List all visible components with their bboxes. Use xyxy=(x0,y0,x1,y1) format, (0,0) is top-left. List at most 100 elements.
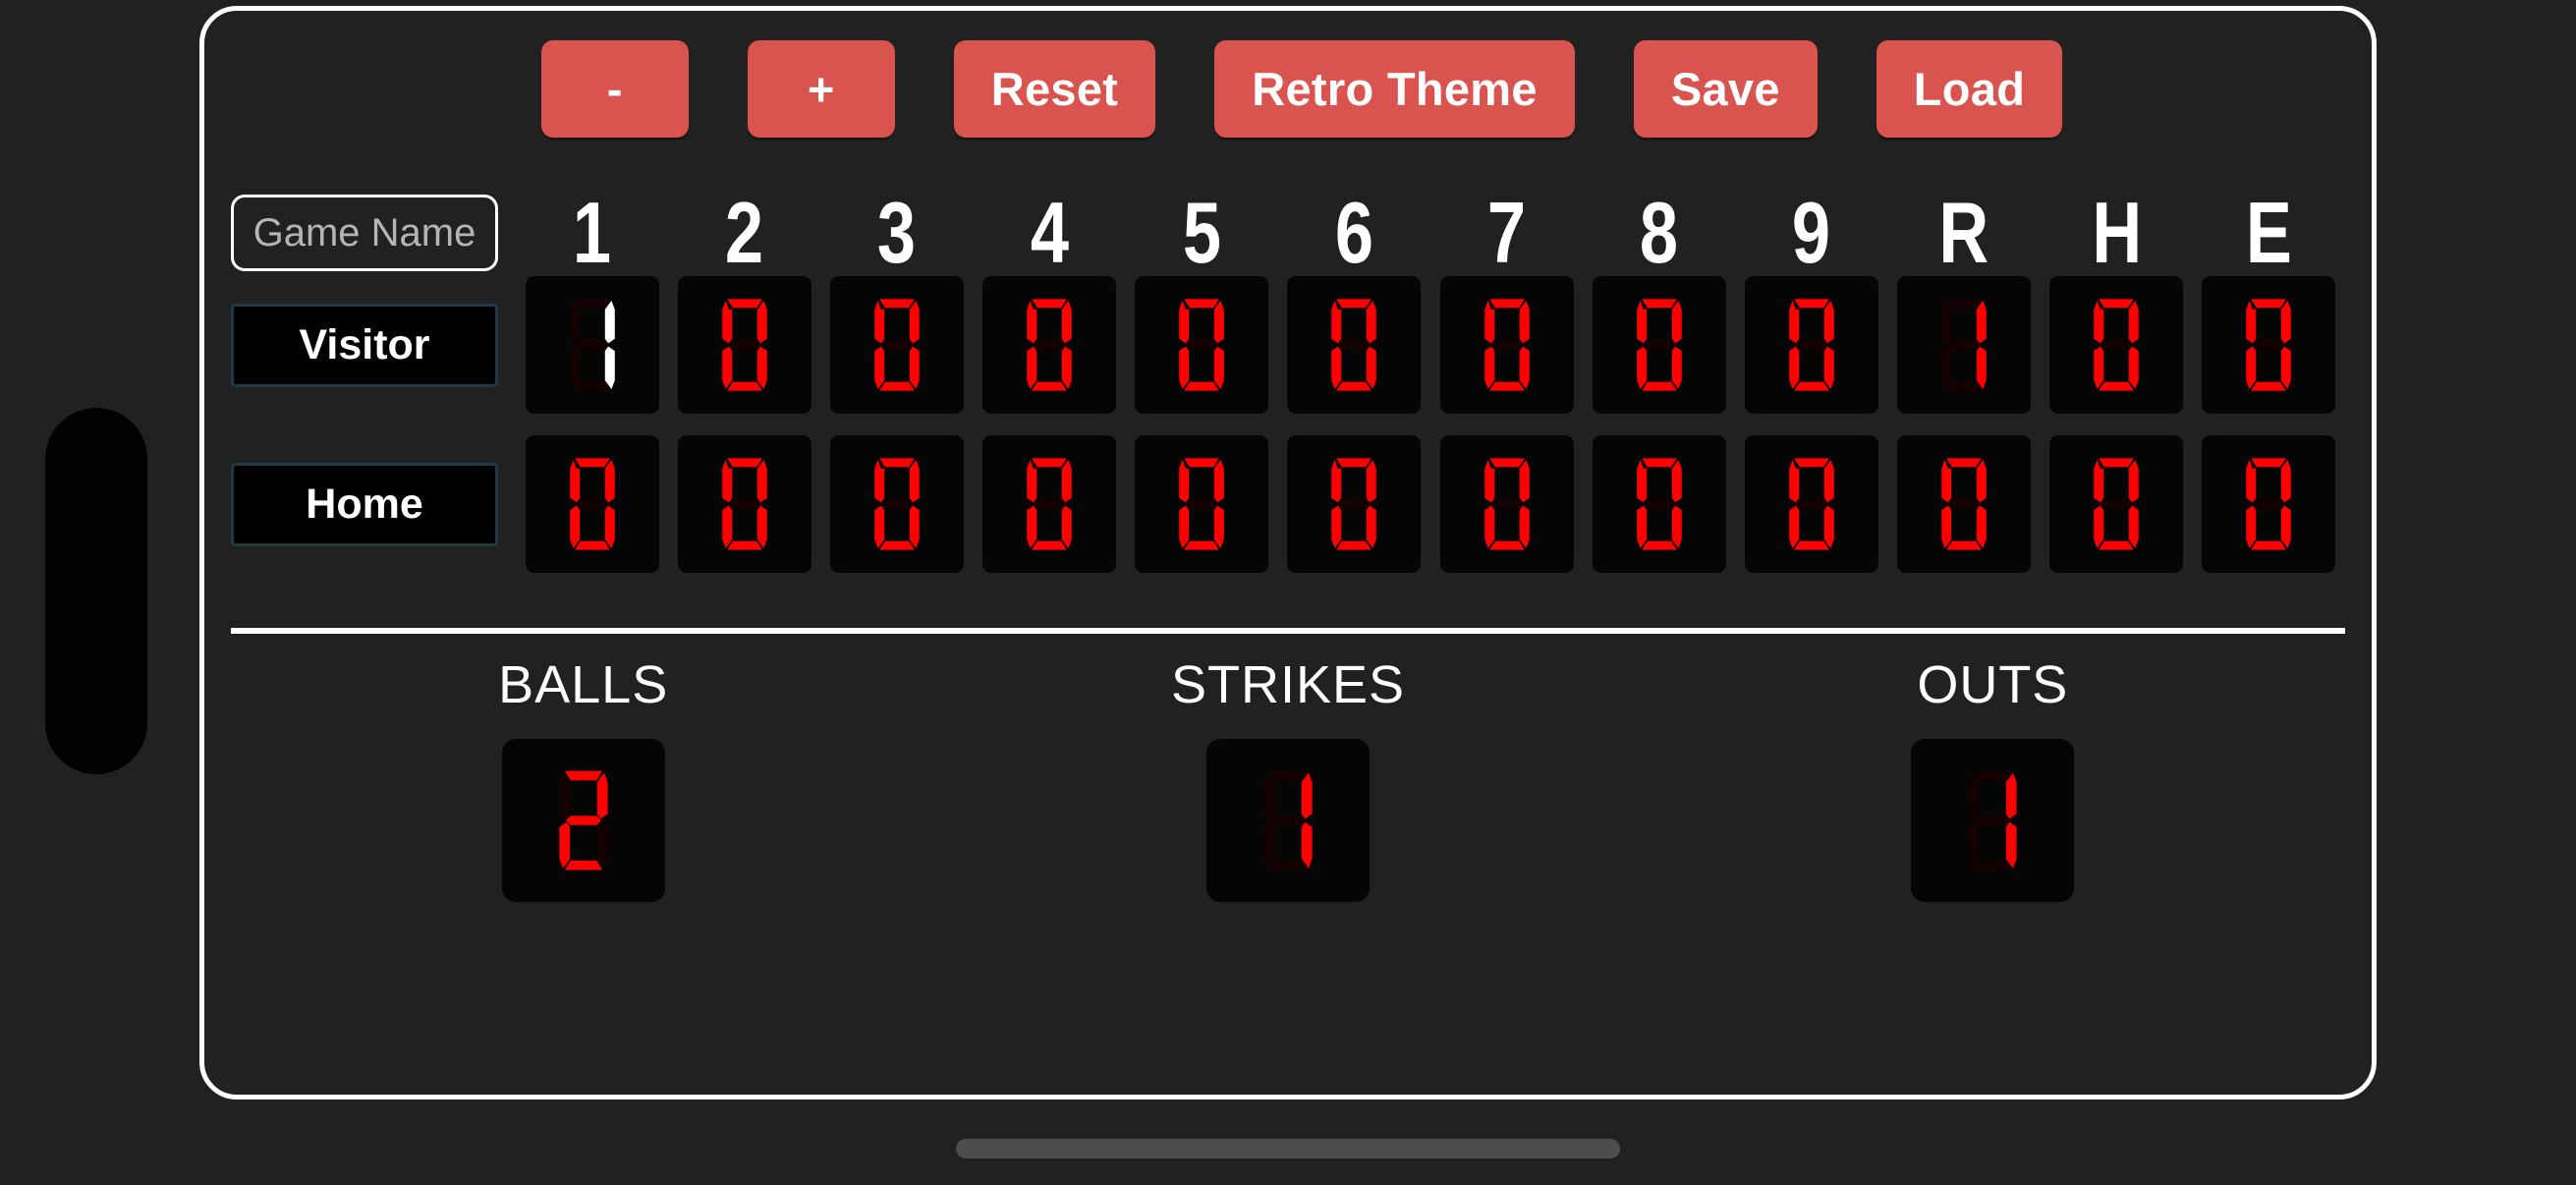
score-cell xyxy=(1430,435,1583,573)
score-cell xyxy=(1126,435,1278,573)
scoreboard-header-row: 123456789RHE xyxy=(231,190,2345,276)
column-header-label: E xyxy=(2245,184,2292,281)
led-display-home-6[interactable] xyxy=(1287,435,1422,573)
column-header-cell: 1 xyxy=(516,190,668,276)
led-display-visitor-1[interactable] xyxy=(525,276,659,414)
app-root: -+ Reset Retro Theme Save Load 123456789RHE … xyxy=(0,0,2576,1185)
edge-drawer-handle[interactable] xyxy=(45,408,147,774)
score-cell xyxy=(1888,435,2041,573)
column-header-label: 8 xyxy=(1640,184,1679,281)
section-divider xyxy=(231,628,2345,634)
column-header-label: 6 xyxy=(1334,184,1374,281)
scoreboard-row-home: Home xyxy=(231,435,2345,573)
column-header-cell: 6 xyxy=(1278,190,1430,276)
column-header-label: 7 xyxy=(1487,184,1527,281)
column-header-cell: 5 xyxy=(1126,190,1278,276)
led-display-home-2[interactable] xyxy=(677,435,812,573)
count-display-outs[interactable] xyxy=(1911,739,2075,902)
score-cell xyxy=(2041,435,2193,573)
led-display-home-7[interactable] xyxy=(1439,435,1574,573)
score-cell xyxy=(1735,276,1887,414)
count-label-balls: BALLS xyxy=(498,655,669,714)
led-display-visitor-H[interactable] xyxy=(2049,276,2184,414)
count-label-strikes: STRIKES xyxy=(1170,655,1406,714)
retro-theme-button[interactable]: Retro Theme xyxy=(1214,40,1575,138)
led-display-visitor-4[interactable] xyxy=(982,276,1117,414)
score-cell xyxy=(2193,276,2345,414)
score-cell xyxy=(1278,276,1430,414)
led-display-home-8[interactable] xyxy=(1592,435,1726,573)
column-header-cell: 8 xyxy=(1583,190,1735,276)
score-cell xyxy=(1278,435,1430,573)
scoreboard-row-visitor: Visitor xyxy=(231,276,2345,414)
column-header-cell: 7 xyxy=(1430,190,1583,276)
column-header-label: 9 xyxy=(1792,184,1831,281)
led-display-home-H[interactable] xyxy=(2049,435,2184,573)
game-name-input[interactable] xyxy=(231,195,498,271)
led-display-visitor-R[interactable] xyxy=(1897,276,2032,414)
score-cells xyxy=(516,435,2345,573)
led-display-home-3[interactable] xyxy=(829,435,964,573)
score-cell xyxy=(516,435,668,573)
load-button[interactable]: Load xyxy=(1876,40,2063,138)
led-display-home-E[interactable] xyxy=(2202,435,2336,573)
led-display-home-R[interactable] xyxy=(1897,435,2032,573)
increment-button[interactable]: + xyxy=(747,40,895,138)
column-header-cell: 3 xyxy=(820,190,973,276)
score-cell xyxy=(1888,276,2041,414)
led-display-visitor-3[interactable] xyxy=(829,276,964,414)
column-header-cell: 4 xyxy=(974,190,1126,276)
team-rows: Visitor Home xyxy=(231,276,2345,573)
column-header-label: 1 xyxy=(573,184,612,281)
led-display-visitor-9[interactable] xyxy=(1744,276,1878,414)
column-headers: 123456789RHE xyxy=(516,190,2345,276)
team-name-cell: Home xyxy=(231,462,498,546)
score-cell xyxy=(820,276,973,414)
save-button[interactable]: Save xyxy=(1633,40,1818,138)
toolbar: - + Reset Retro Theme Save Load xyxy=(204,40,2372,138)
column-header-label: 4 xyxy=(1030,184,1069,281)
team-name-cell: Visitor xyxy=(231,303,498,387)
led-display-home-4[interactable] xyxy=(982,435,1117,573)
count-display-balls[interactable] xyxy=(501,739,665,902)
column-header-label: H xyxy=(2091,184,2142,281)
game-name-cell xyxy=(231,195,498,271)
score-cells xyxy=(516,276,2345,414)
score-cell xyxy=(2041,276,2193,414)
column-header-cell: 2 xyxy=(668,190,820,276)
led-display-home-1[interactable] xyxy=(525,435,659,573)
score-cell xyxy=(1126,276,1278,414)
led-display-visitor-8[interactable] xyxy=(1592,276,1726,414)
count-column-strikes: STRIKES xyxy=(935,654,1640,902)
score-cell xyxy=(1735,435,1887,573)
count-label-outs: OUTS xyxy=(1917,655,2069,714)
reset-button[interactable]: Reset xyxy=(953,40,1156,138)
column-header-cell: H xyxy=(2041,190,2193,276)
led-display-visitor-7[interactable] xyxy=(1439,276,1574,414)
decrement-button[interactable]: - xyxy=(540,40,689,138)
count-section: BALLS STRIKES OUTS xyxy=(231,654,2345,902)
score-cell xyxy=(974,276,1126,414)
team-name-field-home[interactable]: Home xyxy=(231,462,498,546)
score-cell xyxy=(668,276,820,414)
scoreboard-grid: 123456789RHE Visitor Home xyxy=(231,190,2345,573)
led-display-visitor-E[interactable] xyxy=(2202,276,2336,414)
led-display-home-9[interactable] xyxy=(1744,435,1878,573)
scoreboard-panel: -+ Reset Retro Theme Save Load 123456789RHE … xyxy=(199,6,2377,1100)
column-header-cell: 9 xyxy=(1735,190,1887,276)
led-display-visitor-5[interactable] xyxy=(1135,276,1269,414)
led-display-visitor-6[interactable] xyxy=(1287,276,1422,414)
led-display-home-5[interactable] xyxy=(1135,435,1269,573)
count-column-balls: BALLS xyxy=(231,654,935,902)
count-display-strikes[interactable] xyxy=(1205,739,1370,902)
column-header-label: 2 xyxy=(725,184,764,281)
column-header-cell: E xyxy=(2193,190,2345,276)
score-cell xyxy=(516,276,668,414)
count-column-outs: OUTS xyxy=(1641,654,2345,902)
led-display-visitor-2[interactable] xyxy=(677,276,812,414)
score-cell xyxy=(820,435,973,573)
score-cell xyxy=(1583,435,1735,573)
score-cell xyxy=(1430,276,1583,414)
column-header-label: R xyxy=(1938,184,1989,281)
team-name-field-visitor[interactable]: Visitor xyxy=(231,303,498,387)
